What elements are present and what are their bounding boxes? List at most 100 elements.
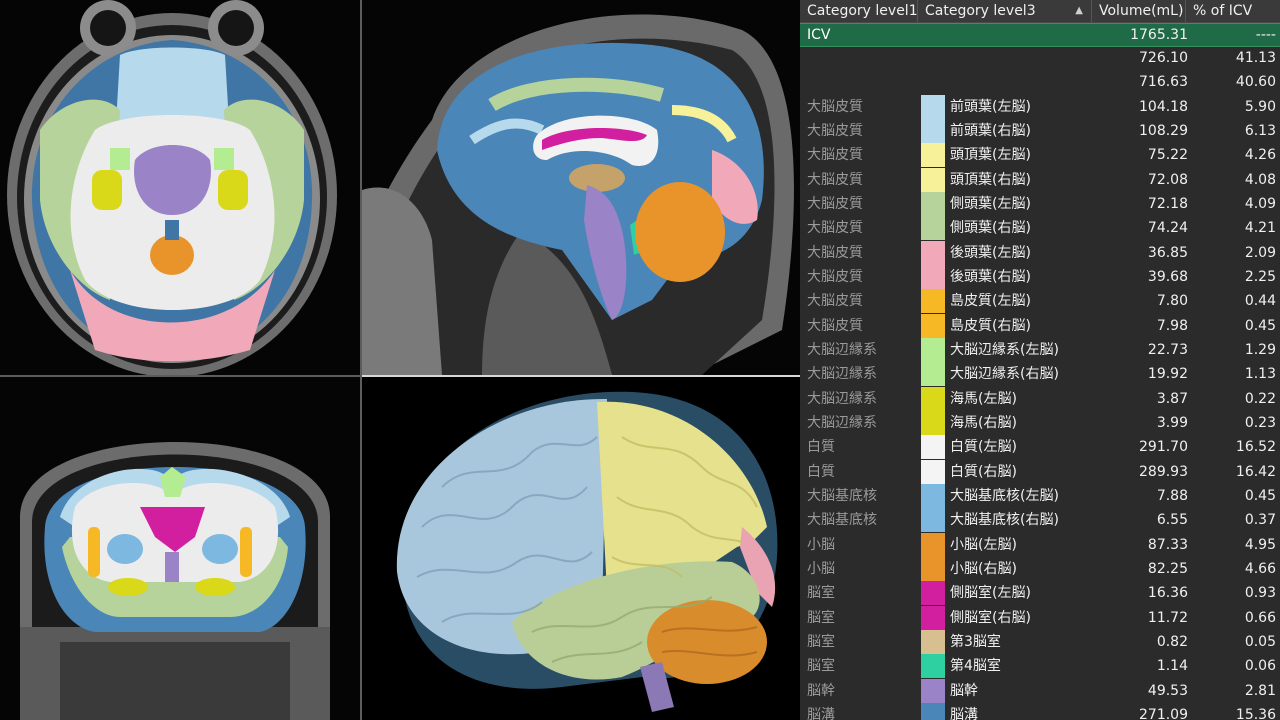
- cell-category-level1: 大脳基底核: [807, 487, 877, 504]
- table-row[interactable]: 大脳辺縁系 海馬(右脳) 3.99 0.23: [800, 410, 1280, 435]
- table-row[interactable]: 脳室 第3脳室 0.82 0.05: [800, 629, 1280, 654]
- cell-percent-icv: 0.37: [1244, 512, 1276, 529]
- cell-category-level3: 前頭葉(右脳): [950, 122, 1031, 139]
- table-row[interactable]: 小脳 小脳(右脳) 82.25 4.66: [800, 556, 1280, 581]
- cell-volume: 39.68: [1147, 268, 1188, 285]
- cell-category-level1: 大脳皮質: [807, 244, 863, 261]
- table-row[interactable]: 大脳皮質 前頭葉(左脳) 104.18 5.90: [800, 94, 1280, 119]
- cell-category-level3: 大脳基底核(右脳): [950, 512, 1059, 529]
- cell-volume: 3.87: [1156, 390, 1188, 407]
- cell-percent-icv: 16.42: [1235, 463, 1276, 480]
- cell-category-level3: 白質(右脳): [950, 463, 1017, 480]
- cell-category-level3: 脳溝: [950, 706, 978, 720]
- column-header-category-level3[interactable]: Category level3 ▲: [918, 0, 1092, 22]
- table-row[interactable]: 大脳基底核 大脳基底核(左脳) 7.88 0.45: [800, 483, 1280, 508]
- cell-category-level1: 大脳皮質: [807, 98, 863, 115]
- cell-category-level1: 大脳皮質: [807, 220, 863, 237]
- cell-volume: 49.53: [1147, 682, 1188, 699]
- cell-category-level1: ICV: [807, 27, 831, 43]
- color-swatch: [921, 483, 945, 508]
- table-row[interactable]: 白質 白質(左脳) 291.70 16.52: [800, 435, 1280, 460]
- cell-percent-icv: 0.05: [1244, 633, 1276, 650]
- color-swatch: [921, 556, 945, 581]
- cell-category-level3: 白質(左脳): [950, 439, 1017, 456]
- cell-volume: 716.63: [1139, 74, 1188, 91]
- table-row[interactable]: 脳室 第4脳室 1.14 0.06: [800, 654, 1280, 679]
- cell-volume: 87.33: [1147, 536, 1188, 553]
- color-swatch: [921, 386, 945, 411]
- table-row[interactable]: 大脳皮質 後頭葉(右脳) 39.68 2.25: [800, 264, 1280, 289]
- table-row[interactable]: 大脳皮質 側頭葉(左脳) 72.18 4.09: [800, 191, 1280, 216]
- table-row[interactable]: 脳室 側脳室(左脳) 16.36 0.93: [800, 581, 1280, 606]
- table-row[interactable]: 大脳辺縁系 大脳辺縁系(左脳) 22.73 1.29: [800, 337, 1280, 362]
- cell-category-level3: 海馬(右脳): [950, 414, 1017, 431]
- color-swatch: [921, 532, 945, 557]
- table-row[interactable]: 大脳辺縁系 海馬(左脳) 3.87 0.22: [800, 386, 1280, 411]
- cell-percent-icv: 0.44: [1244, 293, 1276, 310]
- cell-percent-icv: 5.90: [1244, 98, 1276, 115]
- cell-category-level3: 小脳(左脳): [950, 536, 1017, 553]
- table-row[interactable]: 白質 白質(右脳) 289.93 16.42: [800, 459, 1280, 484]
- cell-category-level1: 大脳辺縁系: [807, 341, 877, 358]
- cell-percent-icv: ----: [1255, 27, 1276, 43]
- cell-category-level3: 大脳辺縁系(右脳): [950, 366, 1059, 383]
- cell-volume: 19.92: [1147, 366, 1188, 383]
- cell-category-level3: 後頭葉(左脳): [950, 244, 1031, 261]
- cell-percent-icv: 0.22: [1244, 390, 1276, 407]
- table-row[interactable]: 脳幹 脳幹 49.53 2.81: [800, 678, 1280, 703]
- table-row[interactable]: 大脳皮質 頭頂葉(右脳) 72.08 4.08: [800, 167, 1280, 192]
- table-row-icv[interactable]: ICV 1765.31 ----: [800, 23, 1280, 47]
- table-row[interactable]: 大脳皮質 島皮質(右脳) 7.98 0.45: [800, 313, 1280, 338]
- mri-viewer: [0, 0, 800, 720]
- cell-category-level1: 脳室: [807, 609, 835, 626]
- cell-percent-icv: 0.93: [1244, 585, 1276, 602]
- cell-percent-icv: 4.09: [1244, 195, 1276, 212]
- color-swatch: [921, 216, 945, 241]
- column-header-category-level1[interactable]: Category level1: [800, 0, 918, 22]
- color-swatch: [921, 508, 945, 533]
- color-swatch: [921, 94, 945, 119]
- color-swatch: [921, 191, 945, 216]
- cell-category-level3: 海馬(左脳): [950, 390, 1017, 407]
- table-row[interactable]: 大脳皮質 側頭葉(右脳) 74.24 4.21: [800, 216, 1280, 241]
- cell-percent-icv: 1.29: [1244, 341, 1276, 358]
- cell-category-level1: 脳幹: [807, 682, 835, 699]
- cell-percent-icv: 41.13: [1235, 50, 1276, 66]
- table-row[interactable]: 大脳基底核 大脳基底核(右脳) 6.55 0.37: [800, 508, 1280, 533]
- cell-volume: 0.82: [1156, 633, 1188, 650]
- color-swatch: [921, 240, 945, 265]
- table-row[interactable]: 大脳辺縁系 大脳辺縁系(右脳) 19.92 1.13: [800, 362, 1280, 387]
- cell-volume: 3.99: [1156, 414, 1188, 431]
- table-row[interactable]: 716.63 40.60: [800, 70, 1280, 94]
- color-swatch: [921, 654, 945, 679]
- cell-percent-icv: 0.45: [1244, 317, 1276, 334]
- cell-category-level3: 第4脳室: [950, 658, 1001, 675]
- cell-category-level3: 頭頂葉(右脳): [950, 171, 1031, 188]
- color-swatch: [921, 581, 945, 606]
- cell-category-level3: 島皮質(左脳): [950, 293, 1031, 310]
- table-row[interactable]: 小脳 小脳(左脳) 87.33 4.95: [800, 532, 1280, 557]
- axial-slice-view[interactable]: [0, 0, 360, 375]
- cell-volume: 726.10: [1139, 50, 1188, 66]
- color-swatch: [921, 337, 945, 362]
- cell-percent-icv: 2.09: [1244, 244, 1276, 261]
- column-header-percent-icv[interactable]: % of ICV: [1186, 0, 1280, 22]
- table-row[interactable]: 大脳皮質 島皮質(左脳) 7.80 0.44: [800, 289, 1280, 314]
- column-header-volume[interactable]: Volume(mL): [1092, 0, 1186, 22]
- cell-volume: 22.73: [1147, 341, 1188, 358]
- sagittal-slice-view[interactable]: [362, 0, 800, 375]
- brain-3d-render-view[interactable]: [362, 377, 800, 720]
- sort-ascending-icon: ▲: [1075, 5, 1083, 16]
- cell-category-level3: 小脳(右脳): [950, 560, 1017, 577]
- coronal-slice-view[interactable]: [0, 377, 360, 720]
- cell-percent-icv: 4.95: [1244, 536, 1276, 553]
- color-swatch: [921, 435, 945, 460]
- table-row[interactable]: 大脳皮質 後頭葉(左脳) 36.85 2.09: [800, 240, 1280, 265]
- color-swatch: [921, 605, 945, 630]
- table-row[interactable]: 脳室 側脳室(右脳) 11.72 0.66: [800, 605, 1280, 630]
- table-row[interactable]: 大脳皮質 前頭葉(右脳) 108.29 6.13: [800, 118, 1280, 143]
- volume-table: Category level1 Category level3 ▲ Volume…: [800, 0, 1280, 720]
- table-row[interactable]: 大脳皮質 頭頂葉(左脳) 75.22 4.26: [800, 143, 1280, 168]
- table-row[interactable]: 脳溝 脳溝 271.09 15.36: [800, 702, 1280, 720]
- table-row[interactable]: 726.10 41.13: [800, 46, 1280, 70]
